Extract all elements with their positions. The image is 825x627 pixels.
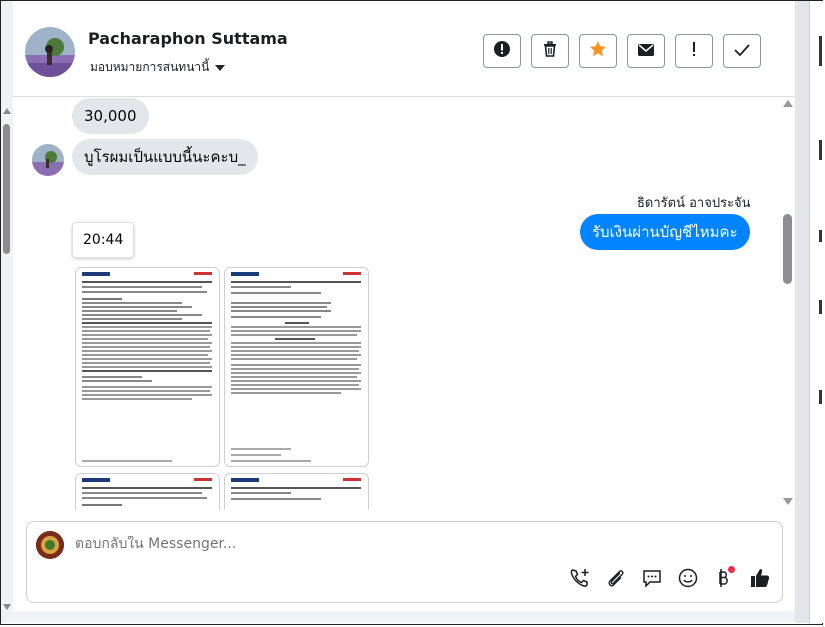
paperclip-icon [605, 567, 627, 593]
like-button[interactable] [748, 568, 772, 592]
left-scrollbar[interactable] [1, 1, 13, 623]
emoji-button[interactable] [676, 568, 700, 592]
payment-button[interactable] [711, 566, 735, 592]
right-edge-mark [819, 140, 822, 160]
right-edge-mark [819, 36, 822, 66]
assign-label: มอบหมายการสนทนานี้ [90, 60, 210, 74]
star-button[interactable] [579, 34, 617, 68]
contact-avatar-small[interactable] [32, 144, 64, 176]
thumbs-up-icon [749, 567, 771, 593]
contact-avatar[interactable] [25, 27, 75, 77]
document-image-attachment[interactable] [224, 267, 369, 467]
follow-up-button[interactable] [675, 34, 713, 68]
delete-button[interactable] [531, 34, 569, 68]
chat-scroll-down-arrow[interactable] [783, 498, 793, 505]
emoji-icon [677, 567, 699, 593]
right-edge-mark [819, 390, 822, 404]
reply-input[interactable] [75, 536, 675, 552]
checkmark-icon [733, 42, 751, 61]
call-add-icon [569, 567, 591, 593]
mark-done-button[interactable] [723, 34, 761, 68]
conversation-header: Pacharaphon Suttama มอบหมายการสนทนานี้ [13, 1, 795, 97]
outgoing-message: รับเงินผ่านบัญชีไหมคะ [580, 214, 750, 250]
page-avatar [36, 531, 64, 559]
sender-name: ธิดารัตน์ อาจประจัน [637, 196, 751, 211]
left-scroll-down-arrow[interactable] [3, 604, 11, 610]
document-image-attachment[interactable] [75, 267, 220, 467]
exclamation-icon [691, 40, 697, 62]
right-background-strip [795, 1, 809, 623]
chat-scroll-up-arrow[interactable] [783, 100, 793, 107]
star-icon [589, 40, 607, 62]
chat-bubble-icon [641, 567, 663, 593]
envelope-icon [637, 42, 655, 61]
mark-spam-button[interactable] [483, 34, 521, 68]
attach-button[interactable] [604, 568, 628, 592]
exclamation-circle-icon [493, 40, 511, 62]
incoming-message: บูโรผมเป็นแบบนี้นะคะบ_ [72, 139, 258, 175]
mark-unread-button[interactable] [627, 34, 665, 68]
assign-conversation-dropdown[interactable]: มอบหมายการสนทนานี้ [90, 58, 226, 77]
call-add-button[interactable] [568, 568, 592, 592]
document-image-attachment[interactable] [224, 473, 369, 510]
right-edge-mark [819, 300, 822, 314]
message-timestamp: 20:44 [72, 222, 135, 258]
incoming-message: 30,000 [72, 98, 149, 134]
bottom-strip [13, 611, 795, 623]
document-image-attachment[interactable] [75, 473, 220, 510]
message-thread[interactable]: 30,000 บูโรผมเป็นแบบนี้นะคะบ_ ธิดารัตน์ … [13, 96, 795, 510]
right-edge-mark [819, 230, 822, 242]
trash-icon [541, 40, 559, 62]
reply-composer [26, 521, 783, 603]
chevron-down-icon [215, 64, 226, 71]
left-scroll-thumb[interactable] [3, 124, 10, 254]
saved-replies-button[interactable] [640, 568, 664, 592]
notification-dot [728, 566, 735, 573]
contact-name: Pacharaphon Suttama [88, 29, 288, 48]
chat-scroll-thumb[interactable] [783, 214, 792, 284]
left-scroll-up-arrow[interactable] [3, 108, 11, 114]
